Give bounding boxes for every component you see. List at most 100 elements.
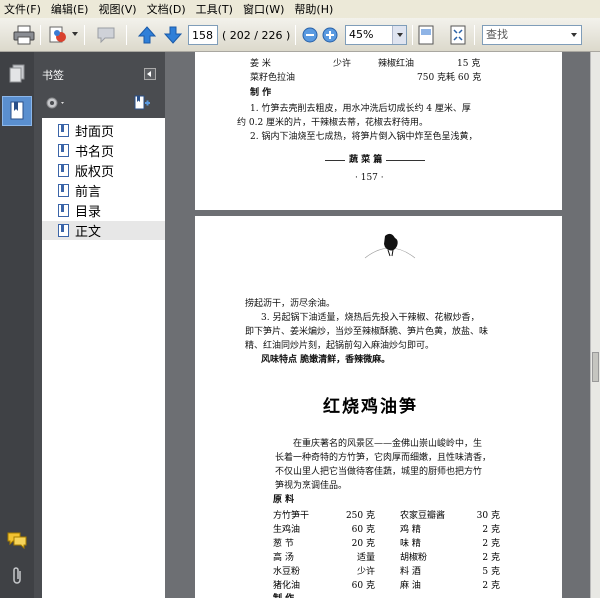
- toolbar: ( 202 / 226 ) 45% 查找: [0, 18, 600, 52]
- ingredient-name: 辣椒红油: [378, 59, 415, 69]
- ingredient-name: 猪化油: [273, 581, 301, 591]
- paragraph-line: 笋视为烹调佳品。: [275, 481, 348, 491]
- feature-line: 风味特点 脆嫩清鲜，香辣微麻。: [261, 355, 391, 365]
- paragraph-line: 捞起沥干，沥尽余油。: [245, 299, 336, 309]
- ingredient-name: 姜 米: [250, 59, 271, 69]
- bookmarks-header: 书签: [34, 62, 165, 86]
- bookmark-icon: [58, 224, 69, 237]
- full-screen-icon[interactable]: [446, 23, 470, 47]
- page-number-input[interactable]: [188, 25, 218, 45]
- ingredient-name: 胡椒粉: [400, 553, 428, 563]
- ingredient-name: 水豆粉: [273, 567, 301, 577]
- comment-icon[interactable]: [94, 23, 118, 47]
- ingredient-amount: 30 克: [476, 511, 500, 521]
- ingredient-amount: 15 克: [457, 59, 481, 69]
- bookmarks-list: 封面页 书名页 版权页 前言 目录 正文: [42, 118, 165, 598]
- page-total-label: ( 202 / 226 ): [222, 29, 291, 42]
- menu-tools[interactable]: 工具(T): [196, 1, 233, 17]
- pdf-page: 姜 米 少许 辣椒红油 15 克 菜籽色拉油 750 克耗 60 克 制 作 1…: [195, 52, 562, 210]
- ingredient-name: 农家豆瓣酱: [400, 511, 446, 521]
- chevron-down-icon[interactable]: [567, 26, 581, 44]
- page-number: · 157 ·: [355, 173, 384, 183]
- paragraph-line: 3. 另起锅下油适量，烧热后先投入干辣椒、花椒炒香，: [261, 313, 480, 323]
- recipe-title: 红烧鸡油笋: [323, 397, 418, 417]
- zoom-value: 45%: [349, 28, 374, 41]
- paragraph-line: 在重庆著名的风景区——金佛山崇山峻岭中，生: [293, 439, 483, 449]
- ingredient-amount: 适量: [356, 553, 375, 563]
- menu-help[interactable]: 帮助(H): [294, 1, 333, 17]
- paragraph-line: 不仅山里人把它当做待客佳蔬，城里的厨师也把方竹: [275, 467, 483, 477]
- attachment-icon[interactable]: [6, 564, 28, 588]
- ingredient-amount: 250 克: [345, 511, 375, 521]
- menu-file[interactable]: 文件(F): [4, 1, 41, 17]
- ingredient-name: 麻 油: [400, 581, 421, 591]
- print-icon[interactable]: [12, 23, 36, 47]
- scroll-thumb[interactable]: [592, 352, 599, 382]
- search-input[interactable]: 查找: [482, 25, 582, 45]
- arrow-down-icon[interactable]: [161, 23, 185, 47]
- ingredient-amount: 2 克: [482, 525, 500, 535]
- menu-bar: 文件(F) 编辑(E) 视图(V) 文档(D) 工具(T) 窗口(W) 帮助(H…: [0, 0, 600, 18]
- menu-document[interactable]: 文档(D): [147, 1, 186, 17]
- ingredient-amount: 750 克耗 60 克: [417, 73, 482, 83]
- fit-page-icon[interactable]: [414, 23, 438, 47]
- ingredient-amount: 2 克: [482, 581, 500, 591]
- bookmark-item[interactable]: 目录: [42, 201, 165, 220]
- bookmark-icon: [58, 124, 69, 137]
- bookmarks-title: 书签: [42, 69, 64, 82]
- bookmark-item-selected[interactable]: 正文: [42, 221, 165, 240]
- menu-edit[interactable]: 编辑(E): [51, 1, 89, 17]
- menu-view[interactable]: 视图(V): [98, 1, 136, 17]
- ingredient-amount: 2 克: [482, 553, 500, 563]
- zoom-select[interactable]: 45%: [345, 25, 407, 45]
- bookmark-item[interactable]: 封面页: [42, 121, 165, 140]
- ingredient-amount: 60 克: [351, 525, 375, 535]
- rooster-emblem-icon: [355, 228, 425, 277]
- section-heading: 制 作: [250, 88, 272, 98]
- bookmark-icon: [58, 144, 69, 157]
- zoom-in-icon[interactable]: [318, 23, 342, 47]
- create-pdf-icon[interactable]: [46, 23, 70, 47]
- ingredient-name: 菜籽色拉油: [250, 73, 296, 83]
- chevron-down-icon[interactable]: [392, 26, 406, 44]
- options-gear-icon[interactable]: [44, 94, 68, 115]
- ingredient-amount: 少许: [356, 567, 375, 577]
- section-footer-title: 蔬 菜 篇: [345, 154, 387, 166]
- menu-window[interactable]: 窗口(W): [243, 1, 284, 17]
- bookmark-item[interactable]: 版权页: [42, 161, 165, 180]
- paragraph-line: 1. 竹笋去壳削去粗皮，用水冲洗后切成长约 4 厘米、厚: [250, 104, 471, 114]
- ingredient-amount: 2 克: [482, 539, 500, 549]
- arrow-up-icon[interactable]: [135, 23, 159, 47]
- collapse-panel-button[interactable]: [144, 68, 156, 80]
- document-view[interactable]: 姜 米 少许 辣椒红油 15 克 菜籽色拉油 750 克耗 60 克 制 作 1…: [165, 52, 590, 598]
- ingredient-name: 方竹笋干: [273, 511, 310, 521]
- ingredient-name: 生鸡油: [273, 525, 301, 535]
- bookmark-item[interactable]: 前言: [42, 181, 165, 200]
- comments-icon[interactable]: [6, 528, 28, 552]
- bookmark-label: 前言: [75, 185, 102, 200]
- ingredient-name: 葱 节: [273, 539, 294, 549]
- pages-icon[interactable]: [6, 62, 28, 86]
- paragraph-line: 2. 锅内下油烧至七成热，将笋片倒入锅中炸至色呈浅黄，: [250, 132, 478, 142]
- ingredient-name: 料 酒: [400, 567, 421, 577]
- paragraph-line: 长着一种奇特的方竹笋，它肉厚而细嫩，且性味清香，: [275, 453, 492, 463]
- ingredient-name: 鸡 精: [400, 525, 421, 535]
- new-bookmark-icon[interactable]: [132, 94, 152, 115]
- bookmark-icon: [58, 184, 69, 197]
- ingredient-amount: 60 克: [351, 581, 375, 591]
- navigation-strip: [0, 52, 34, 598]
- ingredient-amount: 20 克: [351, 539, 375, 549]
- chevron-down-icon[interactable]: [72, 32, 78, 36]
- bookmark-icon: [58, 204, 69, 217]
- bookmark-item[interactable]: 书名页: [42, 141, 165, 160]
- bookmark-label: 版权页: [75, 165, 115, 180]
- ingredient-name: 味 精: [400, 539, 421, 549]
- bookmark-label: 正文: [75, 225, 102, 240]
- bookmark-label: 书名页: [75, 145, 115, 160]
- paragraph-line: 即下笋片、姜米煸炒，当炒至辣椒酥脆、笋片色黄，放盐、味: [245, 327, 489, 337]
- bookmarks-panel: 书签 封面页 书名页 版权页 前言 目录 正文: [34, 52, 165, 598]
- bookmark-icon[interactable]: [6, 99, 28, 123]
- bookmark-label: 目录: [75, 205, 102, 220]
- pdf-page: 捞起沥干，沥尽余油。 3. 另起锅下油适量，烧热后先投入干辣椒、花椒炒香， 即下…: [195, 216, 562, 598]
- vertical-scrollbar[interactable]: [590, 52, 600, 598]
